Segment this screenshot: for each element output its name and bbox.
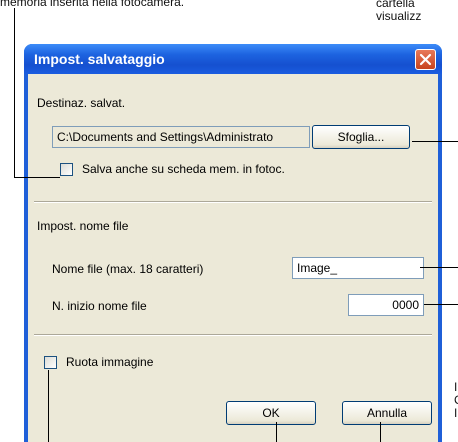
close-icon [419, 53, 432, 66]
save-settings-dialog: Impost. salvataggio Destinaz. salvat. C:… [24, 44, 442, 442]
callout-line-rotate [48, 370, 49, 442]
destination-label: Destinaz. salvat. [37, 96, 126, 110]
filename-label: Nome file (max. 18 caratteri) [52, 262, 204, 276]
callout-line-browse [412, 141, 458, 142]
close-button[interactable] [415, 49, 436, 70]
ok-button[interactable]: OK [226, 401, 316, 425]
save-path-field[interactable]: C:\Documents and Settings\Administrato [52, 126, 310, 148]
start-number-label: N. inizio nome file [52, 299, 147, 313]
callout-line-top-left-horizontal [14, 177, 60, 178]
callout-line-start-number [424, 304, 458, 305]
callout-text-side-2: C [454, 393, 458, 407]
rotate-image-label: Ruota immagine [66, 355, 154, 369]
save-to-card-checkbox[interactable] [60, 163, 73, 176]
callout-text-top-left: memoria inserita nella fotocamera. [0, 0, 185, 9]
cancel-button[interactable]: Annulla [342, 401, 432, 425]
rotate-image-checkbox[interactable] [44, 356, 57, 369]
filename-section-label: Impost. nome file [37, 219, 129, 233]
title-bar[interactable]: Impost. salvataggio [24, 44, 442, 74]
callout-text-top-right-2: visualizz [376, 9, 422, 23]
save-to-card-label: Salva anche su scheda mem. in fotoc. [82, 162, 285, 176]
callout-text-side-3: I [454, 406, 458, 420]
callout-text-side-1: I [454, 380, 458, 394]
callout-line-filename [420, 267, 458, 268]
separator-2 [34, 334, 432, 336]
start-number-input[interactable]: 0000 [348, 294, 424, 316]
browse-button[interactable]: Sfoglia... [312, 125, 410, 149]
dialog-title: Impost. salvataggio [34, 51, 165, 67]
filename-input[interactable]: Image_ [292, 257, 424, 279]
callout-line-ok [276, 422, 277, 442]
callout-line-cancel [380, 422, 381, 442]
separator-1 [34, 201, 432, 203]
dialog-body: Destinaz. salvat. C:\Documents and Setti… [28, 74, 438, 442]
callout-line-top-left-vertical [14, 8, 15, 178]
